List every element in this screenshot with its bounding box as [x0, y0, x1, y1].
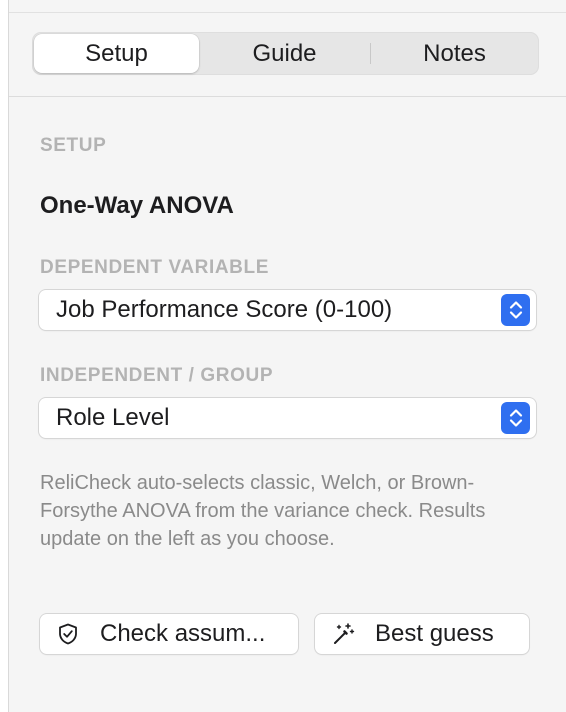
left-pane-edge: [0, 0, 9, 712]
magic-wand-icon: [331, 622, 355, 646]
independent-group-value: Role Level: [56, 404, 170, 431]
best-guess-label: Best guess: [375, 620, 494, 647]
tab-guide[interactable]: Guide: [202, 34, 367, 73]
header-divider: [9, 96, 566, 97]
inspector-panel: Setup Guide Notes SETUP One-Way ANOVA DE…: [9, 13, 566, 712]
dependent-variable-label: DEPENDENT VARIABLE: [40, 257, 269, 278]
independent-group-label: INDEPENDENT / GROUP: [40, 365, 274, 386]
top-strip: [0, 0, 566, 13]
chevron-up-down-icon: [501, 294, 530, 326]
chevron-up-down-icon: [501, 402, 530, 434]
dependent-variable-popup[interactable]: Job Performance Score (0-100): [39, 290, 536, 330]
help-text: ReliCheck auto-selects classic, Welch, o…: [40, 472, 486, 550]
tab-setup[interactable]: Setup: [34, 34, 199, 73]
app-window: Setup Guide Notes SETUP One-Way ANOVA DE…: [0, 0, 566, 712]
tab-divider: [370, 43, 371, 64]
tab-notes[interactable]: Notes: [372, 34, 537, 73]
shield-check-icon: [56, 622, 80, 646]
tab-segmented-control: Setup Guide Notes: [32, 32, 539, 75]
best-guess-button[interactable]: Best guess: [315, 614, 529, 654]
check-assumptions-button[interactable]: Check assum...: [40, 614, 298, 654]
dependent-variable-value: Job Performance Score (0-100): [56, 296, 393, 323]
check-assumptions-label: Check assum...: [100, 620, 266, 647]
test-title: One-Way ANOVA: [40, 192, 234, 219]
independent-group-popup[interactable]: Role Level: [39, 398, 536, 438]
setup-section-label: SETUP: [40, 135, 107, 156]
